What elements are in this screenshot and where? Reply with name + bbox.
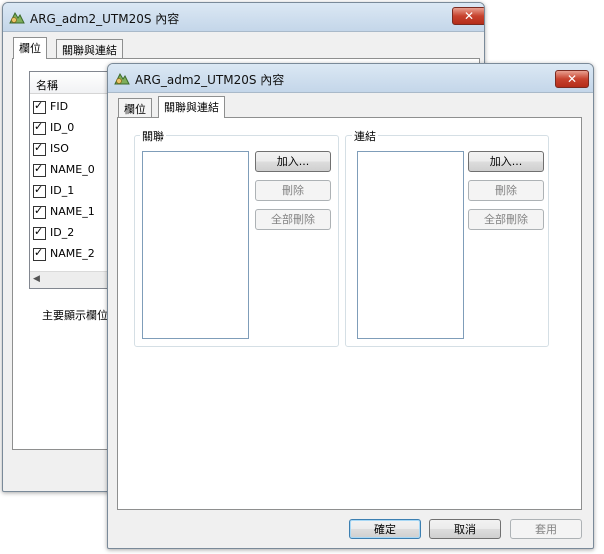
joins-list[interactable]	[357, 151, 464, 339]
field-checkbox[interactable]	[33, 204, 46, 219]
field-row[interactable]: FID	[33, 99, 69, 118]
scroll-left-icon[interactable]: ◀	[33, 274, 40, 284]
back-tab-fields[interactable]: 欄位	[13, 37, 47, 59]
field-checkbox[interactable]	[33, 246, 46, 261]
field-row[interactable]: ID_0	[33, 120, 75, 139]
field-name: ISO	[50, 142, 69, 155]
front-properties-window: ARG_adm2_UTM20S 內容 ✕ 欄位 關聯與連結 加入... 刪除 全…	[107, 63, 594, 549]
field-row[interactable]: NAME_1	[33, 204, 95, 223]
joins-group: 加入... 刪除 全部刪除	[345, 135, 549, 347]
tab-relates-joins[interactable]: 關聯與連結	[158, 96, 225, 118]
ok-button[interactable]: 確定	[349, 519, 421, 539]
relates-remove-button[interactable]: 刪除	[255, 180, 331, 201]
field-name: FID	[50, 100, 69, 113]
back-title-bar[interactable]: ARG_adm2_UTM20S 內容 ✕	[3, 3, 484, 32]
relates-list[interactable]	[142, 151, 249, 339]
joins-remove-all-button[interactable]: 全部刪除	[468, 209, 544, 230]
apply-button[interactable]: 套用	[510, 519, 582, 539]
front-close-icon[interactable]: ✕	[555, 70, 589, 88]
field-checkbox[interactable]	[33, 225, 46, 240]
joins-remove-button[interactable]: 刪除	[468, 180, 544, 201]
joins-group-label: 連結	[352, 128, 378, 144]
tab-fields[interactable]: 欄位	[118, 98, 152, 118]
field-row[interactable]: ID_2	[33, 225, 75, 244]
field-row[interactable]: ISO	[33, 141, 69, 160]
field-checkbox[interactable]	[33, 141, 46, 156]
field-name: ID_2	[50, 226, 75, 239]
cancel-button[interactable]: 取消	[429, 519, 501, 539]
layer-app-icon	[9, 11, 25, 24]
field-checkbox[interactable]	[33, 162, 46, 177]
field-name: NAME_0	[50, 163, 95, 176]
relates-add-button[interactable]: 加入...	[255, 151, 331, 172]
field-row[interactable]: ID_1	[33, 183, 75, 202]
field-row[interactable]: NAME_0	[33, 162, 95, 181]
joins-add-button[interactable]: 加入...	[468, 151, 544, 172]
field-name: NAME_2	[50, 247, 95, 260]
field-name: NAME_1	[50, 205, 95, 218]
field-row[interactable]: NAME_2	[33, 246, 95, 265]
field-checkbox[interactable]	[33, 183, 46, 198]
back-window-title: ARG_adm2_UTM20S 內容	[30, 12, 180, 26]
layer-app-icon	[114, 72, 130, 85]
back-tab-relates-joins[interactable]: 關聯與連結	[56, 39, 123, 59]
relates-remove-all-button[interactable]: 全部刪除	[255, 209, 331, 230]
field-checkbox[interactable]	[33, 99, 46, 114]
field-checkbox[interactable]	[33, 120, 46, 135]
primary-display-label: 主要顯示欄位	[42, 309, 108, 322]
back-close-icon[interactable]: ✕	[452, 7, 484, 25]
relates-joins-panel: 加入... 刪除 全部刪除 關聯 加入... 刪除 全部刪除 連結	[117, 117, 582, 510]
front-window-title: ARG_adm2_UTM20S 內容	[135, 73, 285, 87]
field-name: ID_0	[50, 121, 75, 134]
relates-group: 加入... 刪除 全部刪除	[134, 135, 339, 347]
field-name: ID_1	[50, 184, 75, 197]
front-title-bar[interactable]: ARG_adm2_UTM20S 內容 ✕	[108, 64, 593, 93]
relates-group-label: 關聯	[140, 128, 166, 144]
